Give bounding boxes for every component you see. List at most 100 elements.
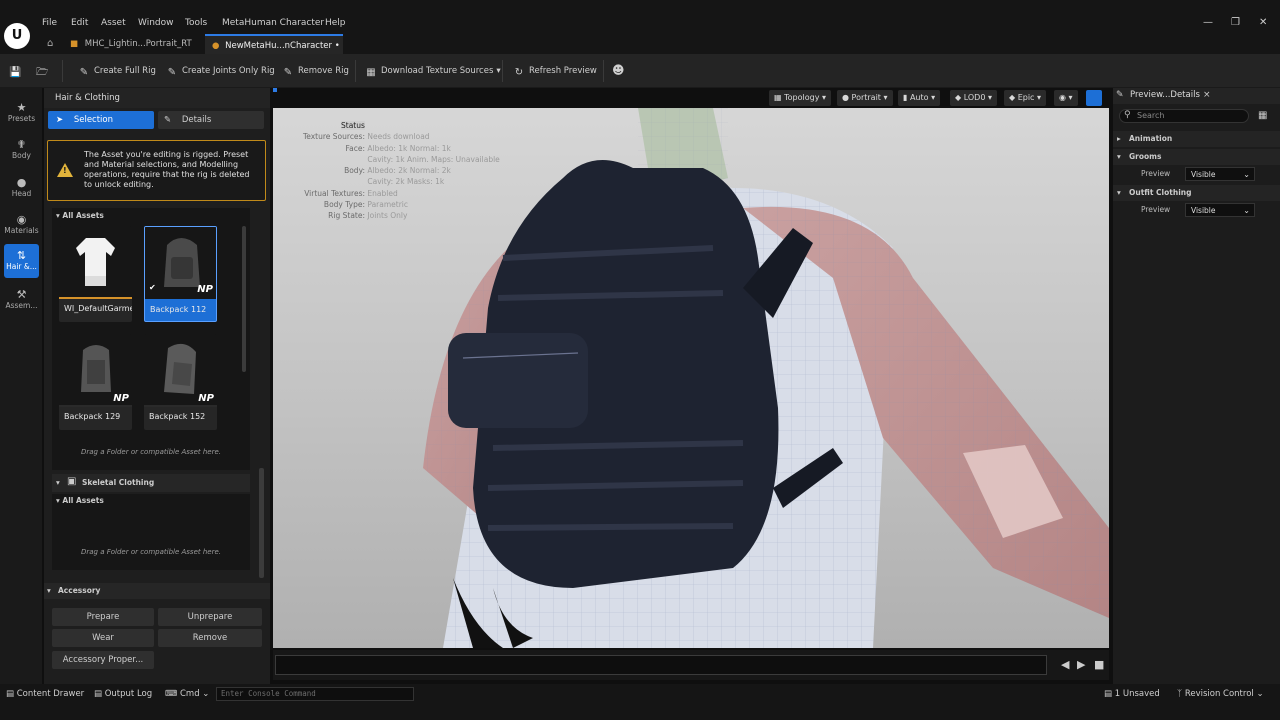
browse-icon[interactable]: 🗁 xyxy=(36,62,52,80)
menu-metahuman-character[interactable]: MetaHuman Character xyxy=(222,18,324,28)
panel-scrollbar[interactable] xyxy=(259,468,264,578)
tab-label: NewMetaHu...nCharacter xyxy=(225,41,333,51)
refresh-preview-button[interactable]: ↻ Refresh Preview xyxy=(513,62,597,80)
user-icon[interactable]: ☻ xyxy=(612,61,625,79)
status-bar: ▤ Content Drawer ▤ Output Log ⌨ Cmd ⌄ En… xyxy=(0,684,1280,720)
create-full-rig-button[interactable]: ✎ Create Full Rig xyxy=(78,62,156,80)
search-field[interactable]: ⚲ Search xyxy=(1119,109,1249,123)
visibility-dropdown[interactable]: ◉ ▾ xyxy=(1054,90,1078,106)
all-assets-header[interactable]: ▾ All Assets xyxy=(56,209,104,223)
prepare-button[interactable]: Prepare xyxy=(52,608,154,626)
status-title: Status xyxy=(341,121,365,130)
remove-button[interactable]: Remove xyxy=(158,629,262,647)
hair-icon: ⇅ xyxy=(16,249,27,262)
asset-tile-default-garment[interactable]: WI_DefaultGarment xyxy=(59,226,132,322)
stat-row: Cavity: 2k Masks: 1k xyxy=(367,177,445,187)
save-icon[interactable]: 💾 xyxy=(9,62,25,80)
asset-color-bar xyxy=(144,405,217,407)
light-icon: ● xyxy=(842,93,849,102)
stop-icon[interactable]: ■ xyxy=(1094,658,1104,671)
all-assets-header[interactable]: ▾ All Assets xyxy=(56,494,104,508)
quality-icon: ◆ xyxy=(1009,93,1016,102)
asset-label: Backpack 129 xyxy=(64,412,121,421)
asset-tile-backpack-152[interactable]: NP Backpack 152 xyxy=(144,334,217,430)
minimize-icon[interactable]: — xyxy=(1203,17,1213,28)
asset-scrollbar[interactable] xyxy=(242,226,246,372)
grooms-preview-label: Preview xyxy=(1141,169,1171,178)
tab-lighting-portrait[interactable]: ■ MHC_Lightin...Portrait_RT xyxy=(64,34,202,54)
play-icon[interactable]: ▶ xyxy=(1077,658,1085,671)
mode-tabs: ★ Presets ✟ Body ● Head ◉ Materials ⇅ Hair &.… xyxy=(0,88,42,684)
home-icon[interactable]: ⌂ xyxy=(47,34,53,54)
mode-tab-head[interactable]: ● Head xyxy=(4,171,39,205)
expand-arrow-icon: ▸ xyxy=(1117,134,1121,143)
previous-frame-icon[interactable]: ◀ xyxy=(1061,658,1069,671)
outfit-preview-row: Preview Visible ⌄ xyxy=(1113,201,1280,219)
view-options-icon[interactable]: ▦ xyxy=(1258,110,1267,121)
close-tab-icon[interactable]: × xyxy=(1203,90,1211,100)
timeline-field[interactable] xyxy=(275,655,1047,675)
cursor-icon: ➤ xyxy=(56,115,64,125)
grooms-preview-dropdown[interactable]: Visible ⌄ xyxy=(1185,167,1255,181)
mode-tab-body[interactable]: ✟ Body xyxy=(4,133,39,167)
asset-tile-backpack-112[interactable]: NP ✔ Backpack 112 xyxy=(144,226,217,322)
grooms-asset-area: ▾ All Assets WI_DefaultGarment NP xyxy=(52,208,250,470)
viewport-corner-marker xyxy=(273,88,277,92)
mode-tab-materials[interactable]: ◉ Materials xyxy=(4,208,39,242)
menu-file[interactable]: File xyxy=(42,18,57,28)
asset-tile-backpack-129[interactable]: NP Backpack 129 xyxy=(59,334,132,430)
topology-dropdown[interactable]: ▦ Topology ▾ xyxy=(769,90,831,106)
download-texture-sources-button[interactable]: ▦ Download Texture Sources ▾ xyxy=(365,62,500,80)
warning-icon: ! xyxy=(57,163,73,177)
check-status-icon: ✔ xyxy=(149,283,156,292)
quality-dropdown[interactable]: ◆ Epic ▾ xyxy=(1004,90,1047,106)
collapse-arrow-icon: ▾ xyxy=(56,211,60,220)
create-joints-only-rig-button[interactable]: ✎ Create Joints Only Rig xyxy=(166,62,275,80)
cmd-dropdown[interactable]: ⌨ Cmd ⌄ xyxy=(165,689,209,699)
chevron-down-icon: ⌄ xyxy=(1243,206,1250,215)
grooms-section[interactable]: ▾ Grooms xyxy=(1113,149,1280,165)
viewport[interactable]: ▦ Topology ▾ ● Portrait ▾ ▮ Auto ▾ ◆ LOD… xyxy=(273,88,1109,648)
wear-button[interactable]: Wear xyxy=(52,629,154,647)
content-drawer-button[interactable]: ▤ Content Drawer xyxy=(6,689,84,699)
mode-tab-assembly[interactable]: ⚒ Assem... xyxy=(4,283,39,317)
portrait-lighting-dropdown[interactable]: ● Portrait ▾ xyxy=(837,90,893,106)
revision-control-button[interactable]: ᛉ Revision Control ⌄ xyxy=(1177,689,1264,699)
menu-tools[interactable]: Tools xyxy=(185,18,207,28)
outfit-preview-dropdown[interactable]: Visible ⌄ xyxy=(1185,203,1255,217)
eye-icon: ◉ xyxy=(1059,93,1066,102)
tab-metahuman-character[interactable]: ● NewMetaHu...nCharacter • × xyxy=(205,34,343,71)
unprepare-button[interactable]: Unprepare xyxy=(158,608,262,626)
menu-help[interactable]: Help xyxy=(325,18,346,28)
collapse-arrow-icon: ▾ xyxy=(56,478,60,487)
unsaved-indicator[interactable]: ▤ 1 Unsaved xyxy=(1104,689,1160,699)
remove-rig-button[interactable]: ✎ Remove Rig xyxy=(282,62,349,80)
viewport-options-button[interactable] xyxy=(1086,90,1102,106)
checker-icon: ▦ xyxy=(366,67,376,78)
mode-tab-presets[interactable]: ★ Presets xyxy=(4,96,39,130)
menu-window[interactable]: Window xyxy=(138,18,174,28)
selection-tab[interactable]: ➤ Selection xyxy=(48,111,154,129)
lod-dropdown[interactable]: ◆ LOD0 ▾ xyxy=(950,90,997,106)
accessory-properties-button[interactable]: Accessory Proper... xyxy=(52,651,154,669)
preview-details-tab[interactable]: Preview...Details xyxy=(1130,90,1200,100)
np-badge: NP xyxy=(197,284,213,295)
auto-dropdown[interactable]: ▮ Auto ▾ xyxy=(898,90,941,106)
mode-tab-hair-clothing[interactable]: ⇅ Hair &... xyxy=(4,244,39,278)
pencil-icon: ✎ xyxy=(164,115,172,125)
maximize-icon[interactable]: ❐ xyxy=(1231,17,1240,28)
unreal-logo[interactable]: U xyxy=(4,23,30,49)
search-placeholder: Search xyxy=(1137,111,1165,120)
animation-section[interactable]: ▸ Animation xyxy=(1113,131,1280,147)
close-window-icon[interactable]: ✕ xyxy=(1259,17,1267,28)
skeletal-clothing-area: ▾ All Assets Drag a Folder or compatible… xyxy=(52,494,250,570)
details-tab[interactable]: ✎ Details xyxy=(158,111,264,129)
skeletal-clothing-header[interactable]: ▾ ▣ Skeletal Clothing xyxy=(52,474,250,492)
lod-icon: ◆ xyxy=(955,93,962,102)
outfit-clothing-section[interactable]: ▾ Outfit Clothing xyxy=(1113,185,1280,201)
output-log-button[interactable]: ▤ Output Log xyxy=(94,689,152,699)
console-input[interactable]: Enter Console Command xyxy=(216,687,414,701)
menu-asset[interactable]: Asset xyxy=(101,18,126,28)
accessory-header[interactable]: ▾ Accessory xyxy=(44,583,270,599)
menu-edit[interactable]: Edit xyxy=(71,18,88,28)
